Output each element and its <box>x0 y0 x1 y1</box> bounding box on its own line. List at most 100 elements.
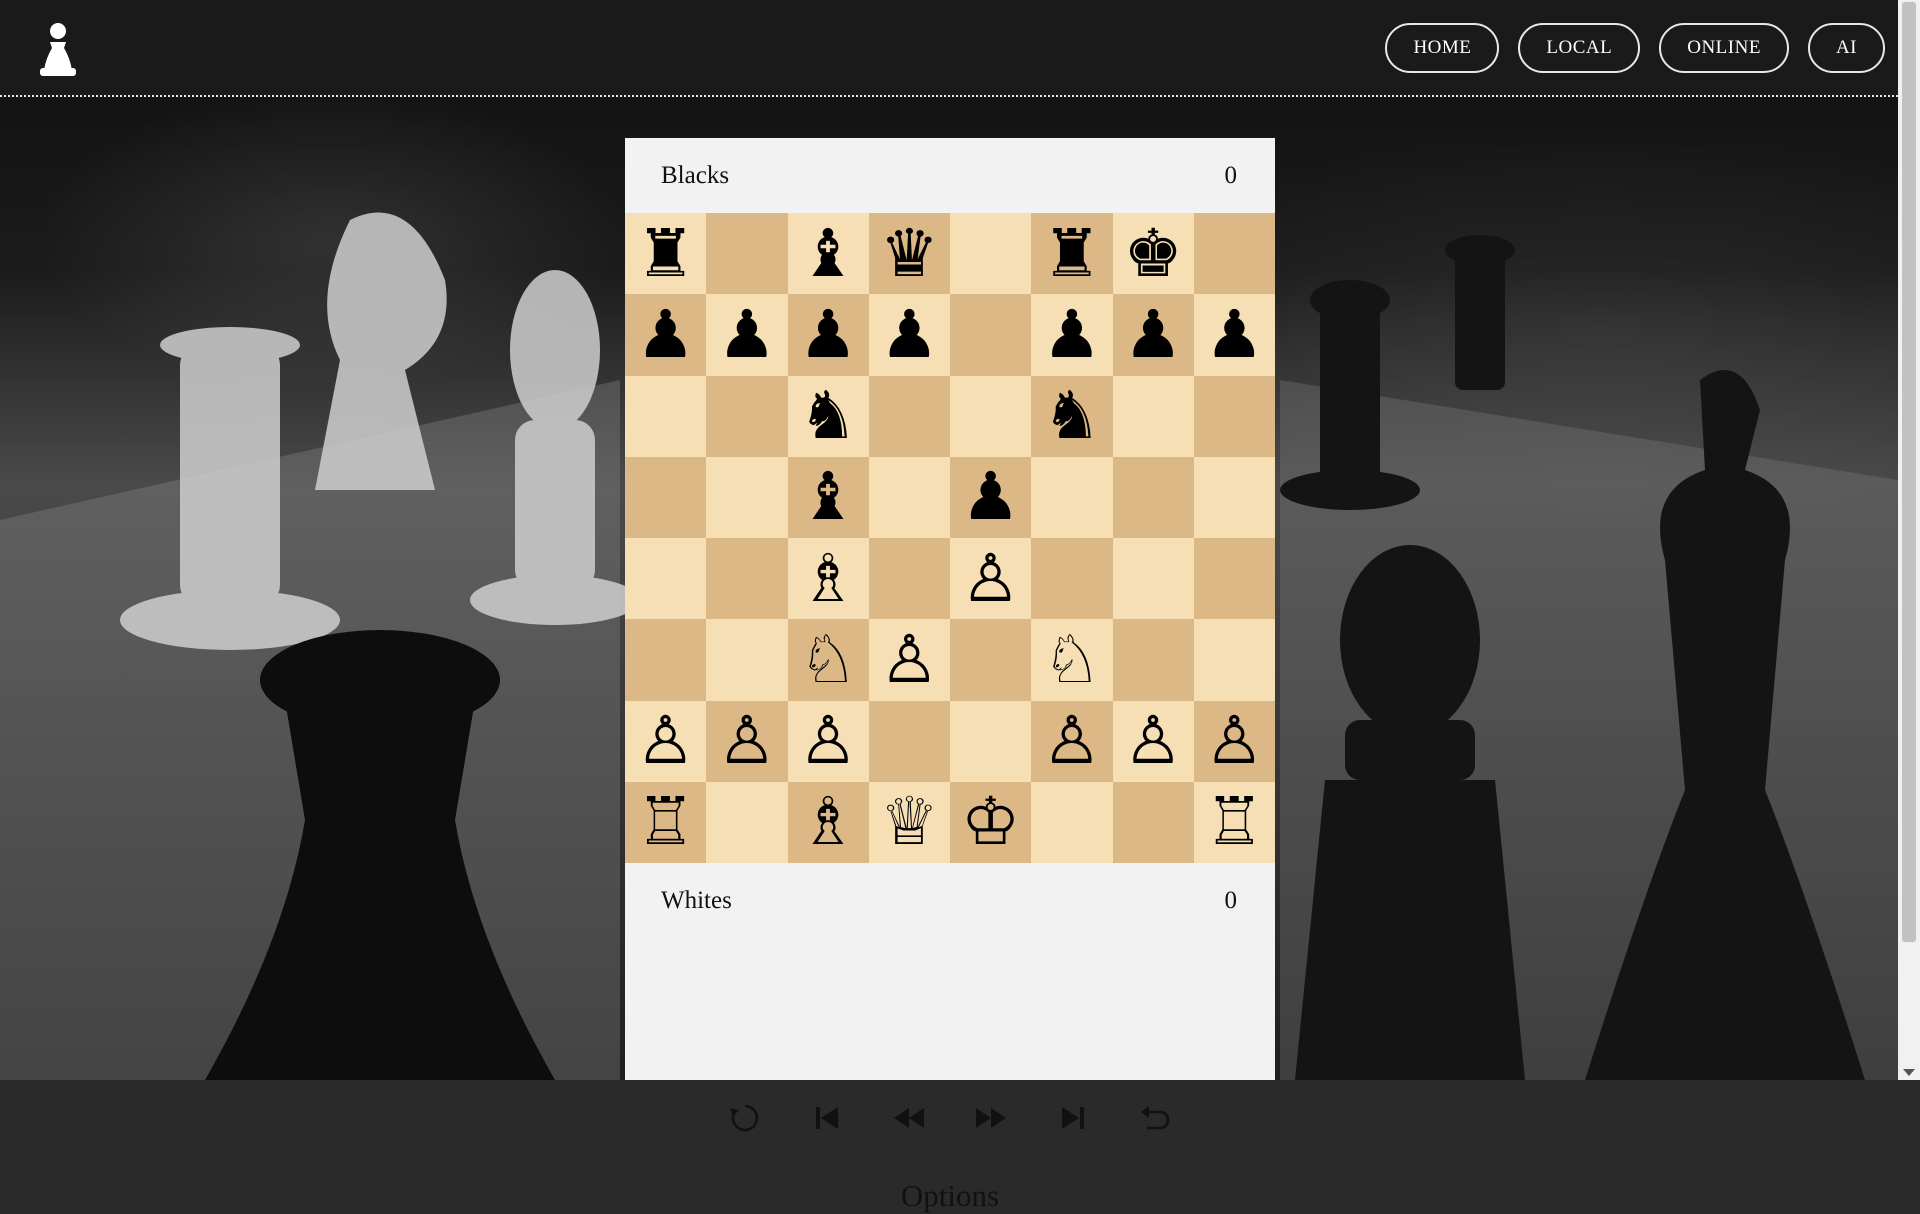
square-f5[interactable] <box>1031 456 1113 538</box>
fast-forward-icon[interactable] <box>971 1098 1011 1138</box>
square-h3[interactable] <box>1193 619 1275 701</box>
chess-piece[interactable]: ♔ <box>961 789 1020 855</box>
square-b3[interactable] <box>706 619 788 701</box>
rewind-icon[interactable] <box>889 1098 929 1138</box>
square-a1[interactable]: ♖ <box>625 781 707 863</box>
square-f2[interactable]: ♙ <box>1031 700 1113 782</box>
square-c5[interactable]: ♝ <box>787 456 869 538</box>
chess-piece[interactable]: ♟ <box>1042 301 1101 368</box>
chess-piece[interactable]: ♗ <box>799 789 858 855</box>
chess-piece[interactable]: ♙ <box>880 626 939 693</box>
nav-local-button[interactable]: LOCAL <box>1518 23 1641 73</box>
chess-piece[interactable]: ♙ <box>961 545 1020 612</box>
chess-piece[interactable]: ♞ <box>1042 383 1101 449</box>
chess-piece[interactable]: ♟ <box>799 301 858 368</box>
chess-piece[interactable]: ♞ <box>799 383 858 449</box>
square-d4[interactable] <box>868 538 950 620</box>
chess-piece[interactable]: ♟ <box>717 301 776 368</box>
square-d5[interactable] <box>868 456 950 538</box>
square-c6[interactable]: ♞ <box>787 375 869 457</box>
square-g7[interactable]: ♟ <box>1112 294 1194 376</box>
chess-piece[interactable]: ♟ <box>1124 301 1183 368</box>
square-d6[interactable] <box>868 375 950 457</box>
chess-board[interactable]: ♜ ♝ ♛ ♜ ♚ ♟ ♟ ♟ ♟ ♟ ♟ ♟ ♞ ♞ ♝ ♟ ♗ ♙ ♘ ♙ ♘ ♙ ♙ ♙ ♙ ♙ ♙ ♖ ♗ ♕ ♔ ♖ <box>625 213 1275 863</box>
chess-piece[interactable]: ♜ <box>636 220 695 287</box>
chess-piece[interactable]: ♘ <box>1042 626 1101 693</box>
square-e1[interactable]: ♔ <box>950 781 1032 863</box>
square-b6[interactable] <box>706 375 788 457</box>
chess-piece[interactable]: ♗ <box>799 545 858 612</box>
square-f7[interactable]: ♟ <box>1031 294 1113 376</box>
square-e5[interactable]: ♟ <box>950 456 1032 538</box>
square-b7[interactable]: ♟ <box>706 294 788 376</box>
chess-piece[interactable]: ♙ <box>1205 708 1264 774</box>
pawn-icon[interactable] <box>36 22 80 76</box>
page-scrollbar[interactable] <box>1898 0 1920 1080</box>
square-c7[interactable]: ♟ <box>787 294 869 376</box>
square-e3[interactable] <box>950 619 1032 701</box>
chess-piece[interactable]: ♙ <box>717 708 776 774</box>
square-a7[interactable]: ♟ <box>625 294 707 376</box>
square-d8[interactable]: ♛ <box>868 213 950 295</box>
chess-piece[interactable]: ♖ <box>1205 789 1264 855</box>
square-b1[interactable] <box>706 781 788 863</box>
square-h5[interactable] <box>1193 456 1275 538</box>
nav-online-button[interactable]: ONLINE <box>1659 23 1789 73</box>
chess-piece[interactable]: ♙ <box>1042 708 1101 774</box>
chess-piece[interactable]: ♝ <box>799 464 858 530</box>
square-g4[interactable] <box>1112 538 1194 620</box>
chess-piece[interactable]: ♟ <box>880 301 939 368</box>
square-g6[interactable] <box>1112 375 1194 457</box>
square-h6[interactable] <box>1193 375 1275 457</box>
square-d2[interactable] <box>868 700 950 782</box>
square-h8[interactable] <box>1193 213 1275 295</box>
square-h4[interactable] <box>1193 538 1275 620</box>
undo-icon[interactable] <box>1135 1098 1175 1138</box>
square-b5[interactable] <box>706 456 788 538</box>
square-f3[interactable]: ♘ <box>1031 619 1113 701</box>
square-b2[interactable]: ♙ <box>706 700 788 782</box>
nav-ai-button[interactable]: AI <box>1807 23 1885 73</box>
chess-piece[interactable]: ♟ <box>1205 301 1264 368</box>
chess-piece[interactable]: ♙ <box>636 708 695 774</box>
chess-piece[interactable]: ♖ <box>636 789 695 855</box>
square-g1[interactable] <box>1112 781 1194 863</box>
square-b8[interactable] <box>706 213 788 295</box>
chess-piece[interactable]: ♛ <box>880 220 939 287</box>
restart-icon[interactable] <box>725 1098 765 1138</box>
square-a4[interactable] <box>625 538 707 620</box>
skip-to-end-icon[interactable] <box>1053 1098 1093 1138</box>
chess-piece[interactable]: ♝ <box>799 220 858 287</box>
square-h2[interactable]: ♙ <box>1193 700 1275 782</box>
chess-piece[interactable]: ♕ <box>880 789 939 855</box>
scrollbar-thumb[interactable] <box>1902 2 1916 942</box>
square-g2[interactable]: ♙ <box>1112 700 1194 782</box>
square-a2[interactable]: ♙ <box>625 700 707 782</box>
square-d3[interactable]: ♙ <box>868 619 950 701</box>
square-c1[interactable]: ♗ <box>787 781 869 863</box>
square-f4[interactable] <box>1031 538 1113 620</box>
chess-piece[interactable]: ♜ <box>1042 220 1101 287</box>
chess-piece[interactable]: ♘ <box>799 626 858 693</box>
square-a3[interactable] <box>625 619 707 701</box>
square-e2[interactable] <box>950 700 1032 782</box>
square-c2[interactable]: ♙ <box>787 700 869 782</box>
skip-to-start-icon[interactable] <box>807 1098 847 1138</box>
square-e8[interactable] <box>950 213 1032 295</box>
square-g8[interactable]: ♚ <box>1112 213 1194 295</box>
square-a8[interactable]: ♜ <box>625 213 707 295</box>
square-b4[interactable] <box>706 538 788 620</box>
square-f8[interactable]: ♜ <box>1031 213 1113 295</box>
chess-piece[interactable]: ♙ <box>799 708 858 774</box>
square-d7[interactable]: ♟ <box>868 294 950 376</box>
chess-piece[interactable]: ♟ <box>636 301 695 368</box>
square-g3[interactable] <box>1112 619 1194 701</box>
square-h7[interactable]: ♟ <box>1193 294 1275 376</box>
square-d1[interactable]: ♕ <box>868 781 950 863</box>
square-a6[interactable] <box>625 375 707 457</box>
square-a5[interactable] <box>625 456 707 538</box>
square-h1[interactable]: ♖ <box>1193 781 1275 863</box>
square-f6[interactable]: ♞ <box>1031 375 1113 457</box>
chess-piece[interactable]: ♙ <box>1124 708 1183 774</box>
nav-home-button[interactable]: HOME <box>1385 23 1500 73</box>
